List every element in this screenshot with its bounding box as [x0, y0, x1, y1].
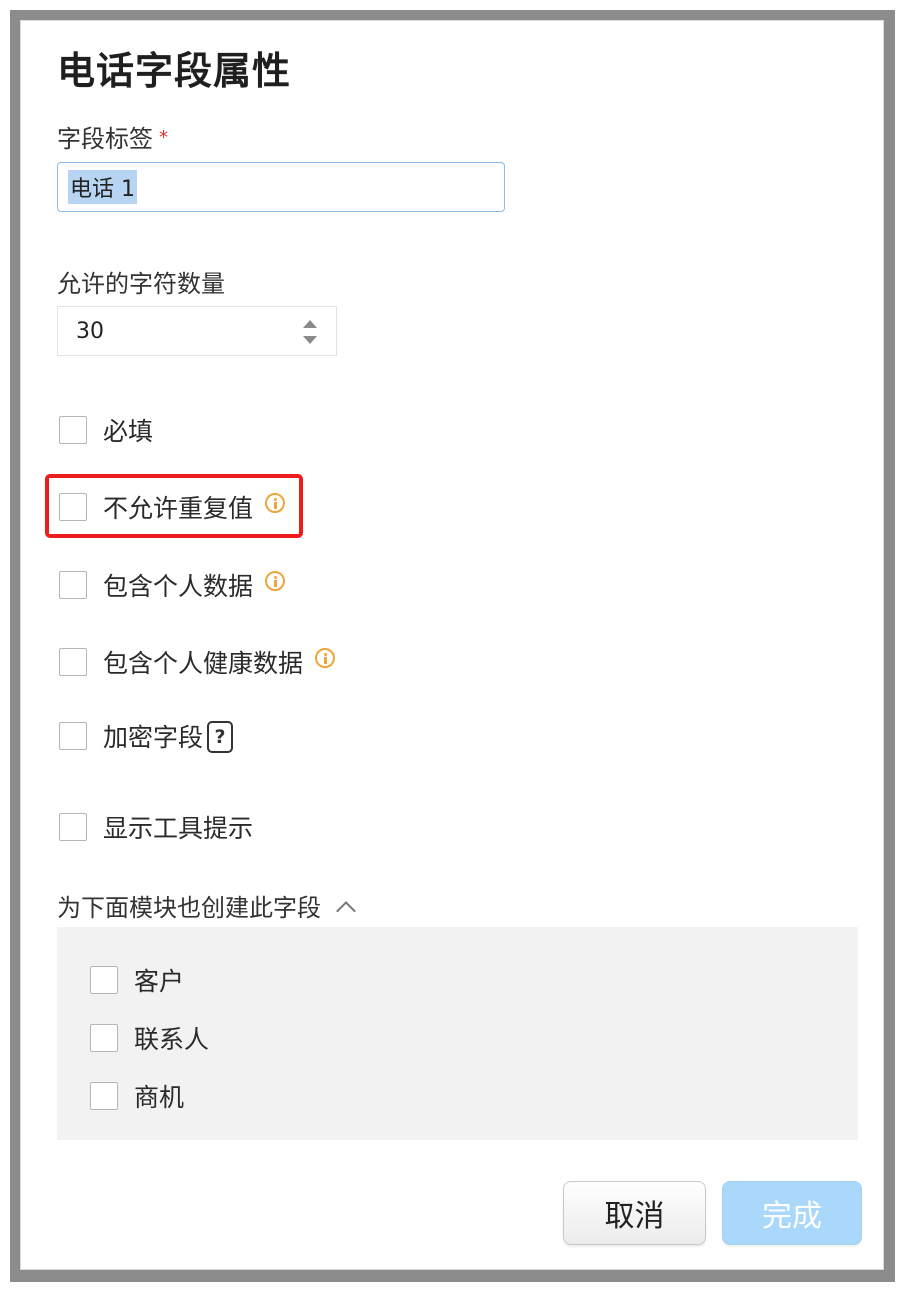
cancel-button[interactable]: 取消 — [563, 1181, 706, 1245]
max-chars-value: 30 — [76, 318, 104, 344]
max-chars-label: 允许的字符数量 — [57, 270, 225, 298]
module-item-contact[interactable]: 联系人 — [90, 1020, 209, 1056]
stepper-up-icon[interactable] — [303, 320, 317, 328]
option-label: 加密字段 — [103, 723, 204, 752]
checkbox[interactable] — [59, 571, 87, 599]
checkbox[interactable] — [59, 813, 87, 841]
checkbox[interactable] — [90, 1024, 118, 1052]
module-label: 联系人 — [134, 1025, 210, 1054]
option-personal-data[interactable]: 包含个人数据 — [59, 567, 286, 603]
field-label-caption: 字段标签 * — [57, 119, 168, 154]
dialog-title: 电话字段属性 — [57, 49, 292, 93]
field-label-input[interactable]: 电话 1 — [57, 162, 505, 212]
field-label-value: 电话 1 — [68, 170, 137, 204]
module-item-customer[interactable]: 客户 — [90, 962, 184, 998]
modules-section-title: 为下面模块也创建此字段 — [57, 894, 321, 922]
info-icon[interactable] — [265, 571, 286, 591]
checkbox[interactable] — [59, 416, 87, 444]
option-label: 显示工具提示 — [103, 814, 254, 843]
checkbox[interactable] — [90, 1082, 118, 1110]
help-icon[interactable]: ? — [207, 721, 234, 753]
checkbox[interactable] — [59, 648, 87, 676]
number-stepper[interactable] — [302, 320, 318, 344]
done-button[interactable]: 完成 — [722, 1181, 862, 1245]
option-encrypted-field[interactable]: 加密字段 ? — [59, 718, 234, 754]
option-show-tooltip[interactable]: 显示工具提示 — [59, 809, 253, 845]
required-asterisk: * — [159, 127, 168, 148]
max-chars-input[interactable]: 30 — [57, 306, 337, 356]
module-label: 客户 — [134, 967, 185, 996]
modules-section-toggle[interactable]: 为下面模块也创建此字段 — [57, 888, 356, 923]
module-label: 商机 — [134, 1083, 185, 1112]
module-item-opportunity[interactable]: 商机 — [90, 1078, 184, 1114]
option-label: 必填 — [103, 417, 154, 446]
red-highlight-box — [45, 474, 303, 538]
checkbox[interactable] — [59, 722, 87, 750]
option-label: 包含个人健康数据 — [103, 649, 304, 678]
stepper-down-icon[interactable] — [303, 336, 317, 344]
chevron-up-icon[interactable] — [336, 900, 356, 921]
option-required[interactable]: 必填 — [59, 412, 153, 448]
checkbox[interactable] — [90, 966, 118, 994]
field-label-text: 字段标签 — [57, 125, 153, 153]
option-label: 包含个人数据 — [103, 572, 254, 601]
info-icon[interactable] — [315, 648, 336, 668]
option-health-data[interactable]: 包含个人健康数据 — [59, 644, 336, 680]
